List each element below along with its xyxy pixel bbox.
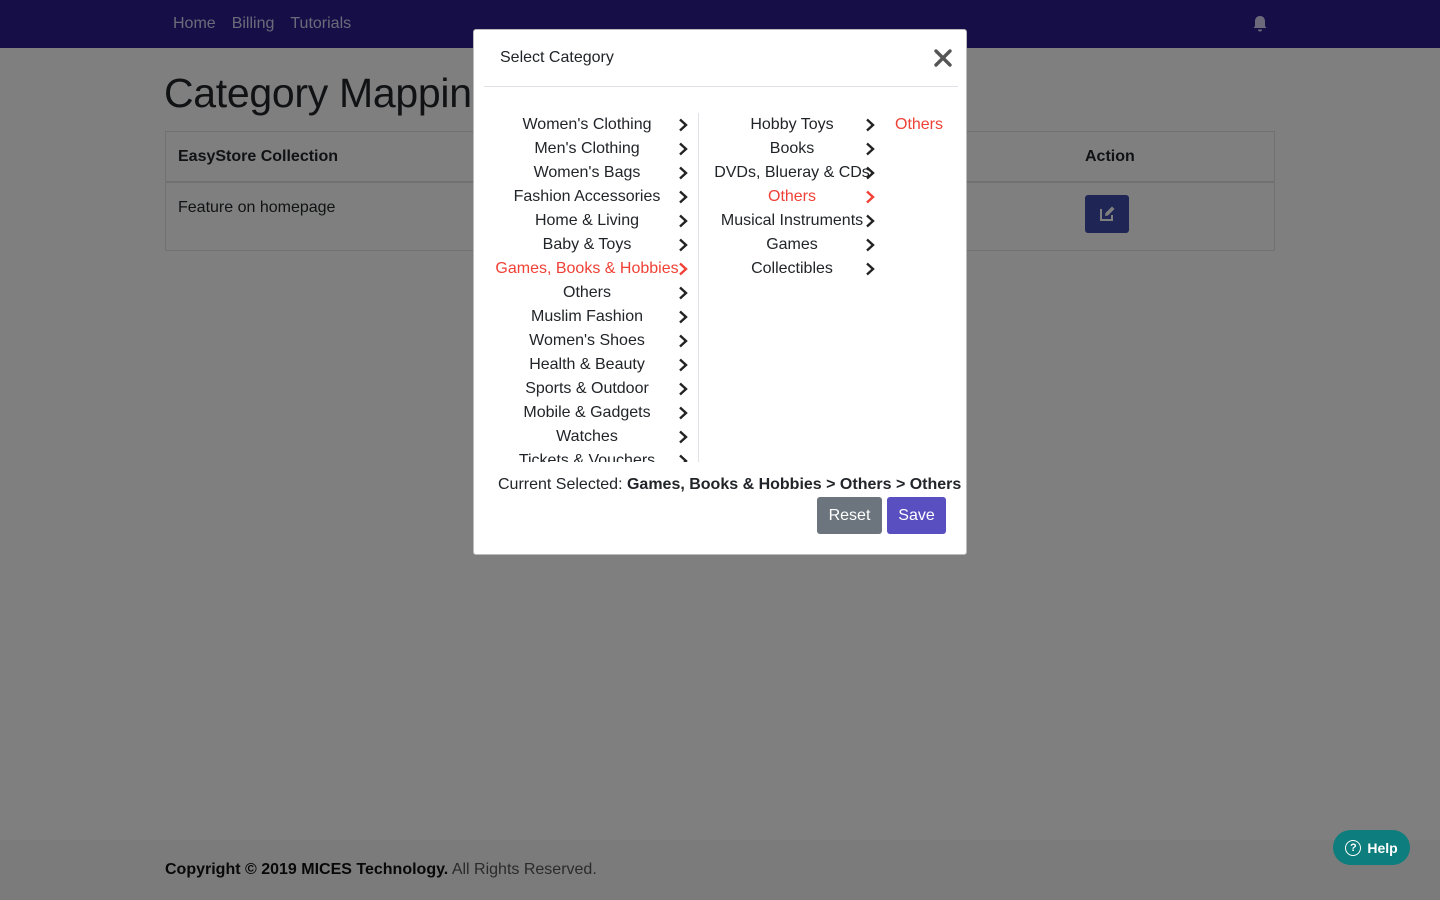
- chevron-right-icon: [679, 454, 688, 462]
- select-category-modal: Select Category Women's Clothing Men's Cl…: [473, 29, 967, 555]
- chevron-right-icon: [679, 406, 688, 420]
- help-button[interactable]: ? Help: [1333, 830, 1410, 865]
- category-level2-item[interactable]: Others: [710, 185, 875, 209]
- category-level1-item-label: Others: [562, 284, 612, 301]
- category-level1-item-label: Women's Shoes: [529, 332, 645, 349]
- category-level1-item[interactable]: Health & Beauty: [490, 353, 698, 377]
- category-level1-item-label: Tickets & Vouchers: [518, 452, 656, 462]
- category-level1-item-label: Home & Living: [534, 212, 640, 229]
- modal-title: Select Category: [500, 49, 614, 66]
- category-level1-item[interactable]: Sports & Outdoor: [490, 377, 698, 401]
- chevron-right-icon: [679, 430, 688, 444]
- category-level3-item-label: Others: [894, 116, 944, 133]
- chevron-right-icon: [679, 190, 688, 204]
- category-level1-item-label: Baby & Toys: [542, 236, 632, 253]
- chevron-right-icon: [679, 214, 688, 228]
- category-level2-item[interactable]: Hobby Toys: [710, 113, 875, 137]
- category-level2-item-label: Books: [769, 140, 815, 157]
- category-level2-item-label: Musical Instruments: [720, 212, 864, 229]
- category-level1-item[interactable]: Baby & Toys: [490, 233, 698, 257]
- category-level1-item-label: Health & Beauty: [529, 356, 645, 373]
- chevron-right-icon: [679, 142, 688, 156]
- current-selected-label: Current Selected:: [498, 476, 623, 493]
- help-icon: ?: [1345, 839, 1362, 856]
- current-selected-value: Games, Books & Hobbies > Others > Others: [626, 476, 962, 493]
- category-level1-item-label: Fashion Accessories: [513, 188, 661, 205]
- chevron-right-icon: [866, 190, 875, 204]
- category-level2-item[interactable]: Musical Instruments: [710, 209, 875, 233]
- modal-header: Select Category: [484, 30, 958, 87]
- category-level1-item-label: Sports & Outdoor: [525, 380, 649, 397]
- category-level2-item[interactable]: Books: [710, 137, 875, 161]
- chevron-right-icon: [679, 382, 688, 396]
- category-level2-item[interactable]: Collectibles: [710, 257, 875, 281]
- help-label: Help: [1367, 839, 1398, 856]
- category-level2-item-label: Hobby Toys: [750, 116, 834, 133]
- category-level2-item[interactable]: DVDs, Blueray & CDs: [710, 161, 875, 185]
- category-level1-item[interactable]: Home & Living: [490, 209, 698, 233]
- chevron-right-icon: [679, 262, 688, 276]
- chevron-right-icon: [866, 238, 875, 252]
- reset-button[interactable]: Reset: [817, 497, 882, 534]
- category-level1-item-label: Women's Clothing: [522, 116, 652, 133]
- category-level1-item[interactable]: Tickets & Vouchers: [490, 449, 698, 462]
- category-level2-item-label: Others: [767, 188, 817, 205]
- category-level1-item-label: Muslim Fashion: [530, 308, 644, 325]
- chevron-right-icon: [866, 166, 875, 180]
- chevron-right-icon: [866, 118, 875, 132]
- category-level1-item[interactable]: Men's Clothing: [490, 137, 698, 161]
- chevron-right-icon: [679, 118, 688, 132]
- category-level1-item[interactable]: Watches: [490, 425, 698, 449]
- chevron-right-icon: [679, 310, 688, 324]
- save-button[interactable]: Save: [887, 497, 946, 534]
- chevron-right-icon: [679, 334, 688, 348]
- category-level2-item-label: DVDs, Blueray & CDs: [714, 164, 870, 181]
- current-selected: Current Selected: Games, Books & Hobbies…: [498, 476, 961, 494]
- chevron-right-icon: [679, 286, 688, 300]
- chevron-right-icon: [866, 142, 875, 156]
- category-level1-item-label: Mobile & Gadgets: [523, 404, 651, 421]
- category-level1-item-label: Watches: [556, 428, 618, 445]
- category-level1-item-label: Men's Clothing: [534, 140, 640, 157]
- category-level3-item[interactable]: Others: [886, 113, 952, 137]
- category-level1-item[interactable]: Women's Bags: [490, 161, 698, 185]
- category-level1-item-label: Women's Bags: [533, 164, 641, 181]
- chevron-right-icon: [679, 238, 688, 252]
- category-level1-item[interactable]: Mobile & Gadgets: [490, 401, 698, 425]
- category-level1-item[interactable]: Fashion Accessories: [490, 185, 698, 209]
- close-icon[interactable]: [932, 47, 954, 69]
- category-level2-item[interactable]: Games: [710, 233, 875, 257]
- chevron-right-icon: [866, 262, 875, 276]
- category-level2-item-label: Collectibles: [751, 260, 833, 277]
- chevron-right-icon: [866, 214, 875, 228]
- chevron-right-icon: [679, 166, 688, 180]
- chevron-right-icon: [679, 358, 688, 372]
- category-level1-item[interactable]: Women's Shoes: [490, 329, 698, 353]
- category-level1-item[interactable]: Muslim Fashion: [490, 305, 698, 329]
- category-level1-item[interactable]: Others: [490, 281, 698, 305]
- category-level1-item[interactable]: Games, Books & Hobbies: [490, 257, 698, 281]
- category-level1-item[interactable]: Women's Clothing: [490, 113, 698, 137]
- category-level1-item-label: Games, Books & Hobbies: [495, 260, 679, 277]
- category-column-level1[interactable]: Women's Clothing Men's Clothing Women's Ba…: [490, 113, 699, 462]
- category-level2-item-label: Games: [766, 236, 818, 253]
